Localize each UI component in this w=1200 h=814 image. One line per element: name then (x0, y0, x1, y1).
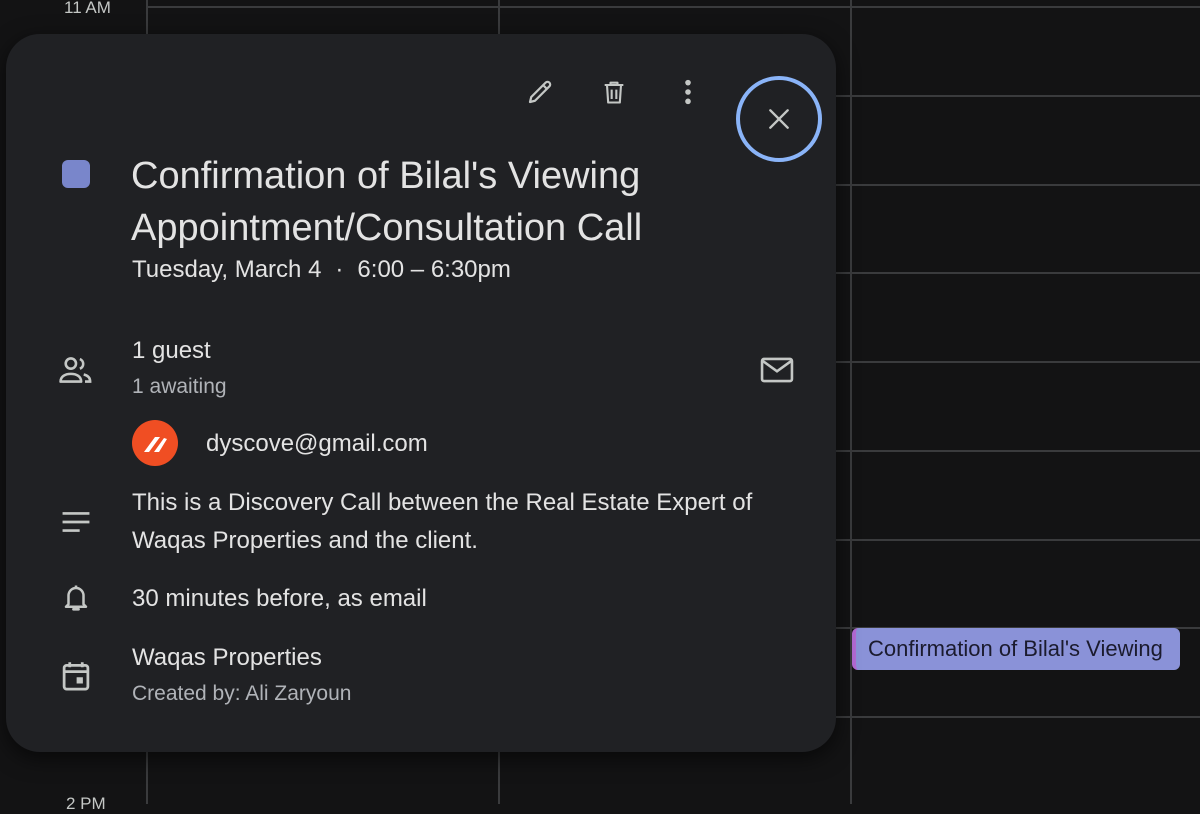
guest-email[interactable]: dyscove@gmail.com (206, 430, 428, 458)
delete-button[interactable] (592, 70, 636, 114)
description-icon (58, 504, 94, 540)
edit-button[interactable] (518, 70, 562, 114)
grid-line (836, 450, 1200, 452)
event-date: Tuesday, March 4 (132, 256, 322, 283)
grid-line (836, 184, 1200, 186)
guest-avatar (132, 420, 178, 466)
avatar-logo-icon (144, 437, 167, 452)
guest-status: 1 awaiting (132, 375, 227, 398)
event-datetime: Tuesday, March 4 · 6:00 – 6:30pm (132, 256, 511, 284)
people-icon (56, 350, 96, 390)
trash-icon (604, 81, 624, 104)
calendar-event-chip[interactable]: Confirmation of Bilal's Viewing (852, 628, 1180, 670)
more-vert-icon (685, 79, 691, 105)
grid-line (836, 95, 1200, 97)
email-guests-button[interactable] (754, 350, 800, 390)
grid-line (836, 272, 1200, 274)
calendar-name: Waqas Properties (132, 644, 322, 671)
grid-line (836, 539, 1200, 541)
datetime-separator: · (335, 256, 344, 283)
pencil-icon (528, 80, 552, 104)
time-label-top: 11 AM (64, 0, 111, 17)
guest-count: 1 guest (132, 337, 211, 364)
grid-line (836, 361, 1200, 363)
event-details-card: Confirmation of Bilal's Viewing Appointm… (6, 34, 836, 752)
calendar-icon (58, 658, 94, 694)
grid-line (146, 6, 1200, 8)
close-icon (769, 109, 789, 129)
grid-line (836, 716, 1200, 718)
event-description: This is a Discovery Call between the Rea… (132, 489, 753, 554)
more-options-button[interactable] (666, 70, 710, 114)
event-time: 6:00 – 6:30pm (357, 256, 511, 283)
bell-icon (58, 580, 94, 616)
mail-icon (760, 357, 794, 383)
event-reminder: 30 minutes before, as email (132, 585, 427, 612)
time-label-bottom: 2 PM (66, 794, 106, 813)
event-creator: Created by: Ali Zaryoun (132, 682, 352, 705)
event-title: Confirmation of Bilal's Viewing Appointm… (131, 155, 643, 249)
event-color-swatch (62, 160, 90, 188)
grid-line (850, 0, 852, 804)
